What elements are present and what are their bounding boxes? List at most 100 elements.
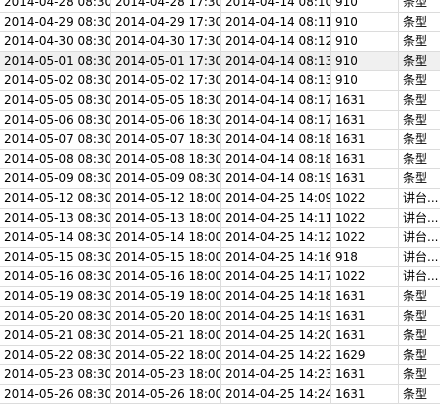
end-time-cell: 2014-05-01 17:30: [111, 51, 221, 71]
created-time-cell: 2014-04-14 08:18: [221, 130, 331, 149]
room-number-cell: 1631: [331, 286, 399, 306]
end-time-cell: 2014-05-15 18:00: [111, 247, 221, 267]
table-row[interactable]: 2014-05-14 08:30 2014-05-14 18:00 2014-0…: [0, 228, 440, 248]
table-row[interactable]: 2014-05-13 08:30 2014-05-13 18:00 2014-0…: [0, 208, 440, 229]
created-time-cell: 2014-04-25 14:20: [221, 326, 331, 345]
room-number-cell: 910: [331, 0, 399, 12]
created-time-cell: 2014-04-14 08:19: [221, 169, 331, 188]
room-number-cell: 1022: [331, 267, 399, 286]
start-time-cell: 2014-05-22 08:30: [0, 345, 111, 365]
table-row[interactable]: 2014-05-07 08:30 2014-05-07 18:30 2014-0…: [0, 130, 440, 150]
table-row[interactable]: 2014-04-28 08:30 2014-04-28 17:30 2014-0…: [0, 0, 440, 13]
room-number-cell: 1631: [331, 90, 399, 110]
end-time-cell: 2014-05-13 18:00: [111, 208, 221, 228]
end-time-cell: 2014-05-06 18:30: [111, 110, 221, 130]
data-grid: 2014-04-28 08:30 2014-04-28 17:30 2014-0…: [0, 0, 440, 415]
end-time-cell: 2014-05-23 18:00: [111, 365, 221, 384]
table-row-selected[interactable]: 2014-05-01 08:30 2014-05-01 17:30 2014-0…: [0, 51, 440, 72]
start-time-cell: 2014-05-07 08:30: [0, 130, 111, 149]
end-time-cell: 2014-05-19 18:00: [111, 286, 221, 306]
created-time-cell: 2014-04-14 08:10: [221, 0, 331, 12]
room-type-cell: 条型: [403, 171, 428, 186]
created-time-cell: 2014-04-25 14:23: [221, 365, 331, 384]
end-time-cell: 2014-05-16 18:00: [111, 267, 221, 286]
room-number-cell: 910: [331, 32, 399, 51]
room-type-cell: 讲台...: [403, 230, 439, 245]
room-type-cell: 讲台...: [403, 249, 439, 264]
room-type-cell: 条型: [403, 112, 428, 127]
table-row[interactable]: 2014-05-02 08:30 2014-05-02 17:30 2014-0…: [0, 71, 440, 91]
table-row[interactable]: 2014-05-06 08:30 2014-05-06 18:30 2014-0…: [0, 110, 440, 131]
end-time-cell: 2014-05-26 18:00: [111, 384, 221, 404]
table-row[interactable]: 2014-05-23 08:30 2014-05-23 18:00 2014-0…: [0, 365, 440, 385]
table-row[interactable]: 2014-05-20 08:30 2014-05-20 18:00 2014-0…: [0, 306, 440, 327]
created-time-cell: 2014-04-14 08:17: [221, 90, 331, 110]
room-type-cell: 条型: [403, 386, 428, 401]
room-number-cell: 910: [331, 71, 399, 90]
table-row[interactable]: 2014-05-19 08:30 2014-05-19 18:00 2014-0…: [0, 286, 440, 307]
table-row[interactable]: 2014-05-05 08:30 2014-05-05 18:30 2014-0…: [0, 90, 440, 111]
end-time-cell: 2014-05-14 18:00: [111, 228, 221, 247]
room-type-cell: 条型: [403, 151, 428, 166]
created-time-cell: 2014-04-25 14:12: [221, 228, 331, 247]
created-time-cell: 2014-04-25 14:17: [221, 267, 331, 286]
table-row[interactable]: 2014-05-22 08:30 2014-05-22 18:00 2014-0…: [0, 345, 440, 366]
end-time-cell: 2014-05-08 18:30: [111, 149, 221, 169]
end-time-cell: 2014-04-28 17:30: [111, 0, 221, 12]
created-time-cell: 2014-04-25 14:19: [221, 306, 331, 326]
room-type-cell: 条型: [403, 288, 428, 303]
end-time-cell: 2014-05-05 18:30: [111, 90, 221, 110]
table-row[interactable]: 2014-04-29 08:30 2014-04-29 17:30 2014-0…: [0, 12, 440, 33]
created-time-cell: 2014-04-14 08:12: [221, 32, 331, 51]
created-time-cell: 2014-04-14 08:11: [221, 12, 331, 32]
room-type-cell: 条型: [403, 53, 428, 68]
start-time-cell: 2014-05-08 08:30: [0, 149, 111, 169]
room-type-cell: 条型: [403, 367, 428, 382]
room-number-cell: 910: [331, 12, 399, 32]
room-type-cell: 讲台...: [403, 190, 439, 205]
start-time-cell: 2014-05-13 08:30: [0, 208, 111, 228]
start-time-cell: 2014-05-20 08:30: [0, 306, 111, 326]
end-time-cell: 2014-05-09 08:30: [111, 169, 221, 188]
room-number-cell: 1631: [331, 149, 399, 169]
start-time-cell: 2014-05-15 08:30: [0, 247, 111, 267]
room-type-cell: 条型: [403, 34, 428, 49]
table-row[interactable]: 2014-05-26 08:30 2014-05-26 18:00 2014-0…: [0, 384, 440, 405]
created-time-cell: 2014-04-25 14:22: [221, 345, 331, 365]
created-time-cell: 2014-04-14 08:13: [221, 51, 331, 71]
room-number-cell: 1631: [331, 384, 399, 404]
table-row[interactable]: 2014-05-09 08:30 2014-05-09 08:30 2014-0…: [0, 169, 440, 189]
room-type-cell: 条型: [403, 73, 428, 88]
room-type-cell: 条型: [403, 347, 428, 362]
end-time-cell: 2014-05-02 17:30: [111, 71, 221, 90]
table-row[interactable]: 2014-05-12 08:30 2014-05-12 18:00 2014-0…: [0, 188, 440, 209]
room-number-cell: 1631: [331, 110, 399, 130]
room-type-cell: 讲台...: [403, 269, 439, 284]
start-time-cell: 2014-04-28 08:30: [0, 0, 111, 12]
end-time-cell: 2014-05-20 18:00: [111, 306, 221, 326]
room-number-cell: 1631: [331, 326, 399, 345]
table-row[interactable]: 2014-05-16 08:30 2014-05-16 18:00 2014-0…: [0, 267, 440, 287]
start-time-cell: 2014-05-19 08:30: [0, 286, 111, 306]
room-number-cell: 1631: [331, 169, 399, 188]
start-time-cell: 2014-05-14 08:30: [0, 228, 111, 247]
start-time-cell: 2014-05-21 08:30: [0, 326, 111, 345]
end-time-cell: 2014-04-29 17:30: [111, 12, 221, 32]
start-time-cell: 2014-05-26 08:30: [0, 384, 111, 404]
start-time-cell: 2014-05-01 08:30: [0, 51, 111, 71]
created-time-cell: 2014-04-25 14:09: [221, 188, 331, 208]
table-row[interactable]: 2014-05-08 08:30 2014-05-08 18:30 2014-0…: [0, 149, 440, 170]
room-number-cell: 1631: [331, 306, 399, 326]
start-time-cell: 2014-05-05 08:30: [0, 90, 111, 110]
room-type-cell: 条型: [403, 14, 428, 29]
start-time-cell: 2014-04-29 08:30: [0, 12, 111, 32]
created-time-cell: 2014-04-14 08:18: [221, 149, 331, 169]
created-time-cell: 2014-04-25 14:18: [221, 286, 331, 306]
room-number-cell: 1022: [331, 228, 399, 247]
table-row[interactable]: 2014-05-15 08:30 2014-05-15 18:00 2014-0…: [0, 247, 440, 268]
table-row[interactable]: 2014-05-21 08:30 2014-05-21 18:00 2014-0…: [0, 326, 440, 346]
end-time-cell: 2014-05-07 18:30: [111, 130, 221, 149]
created-time-cell: 2014-04-25 14:16: [221, 247, 331, 267]
table-row[interactable]: 2014-04-30 08:30 2014-04-30 17:30 2014-0…: [0, 32, 440, 52]
start-time-cell: 2014-04-30 08:30: [0, 32, 111, 51]
